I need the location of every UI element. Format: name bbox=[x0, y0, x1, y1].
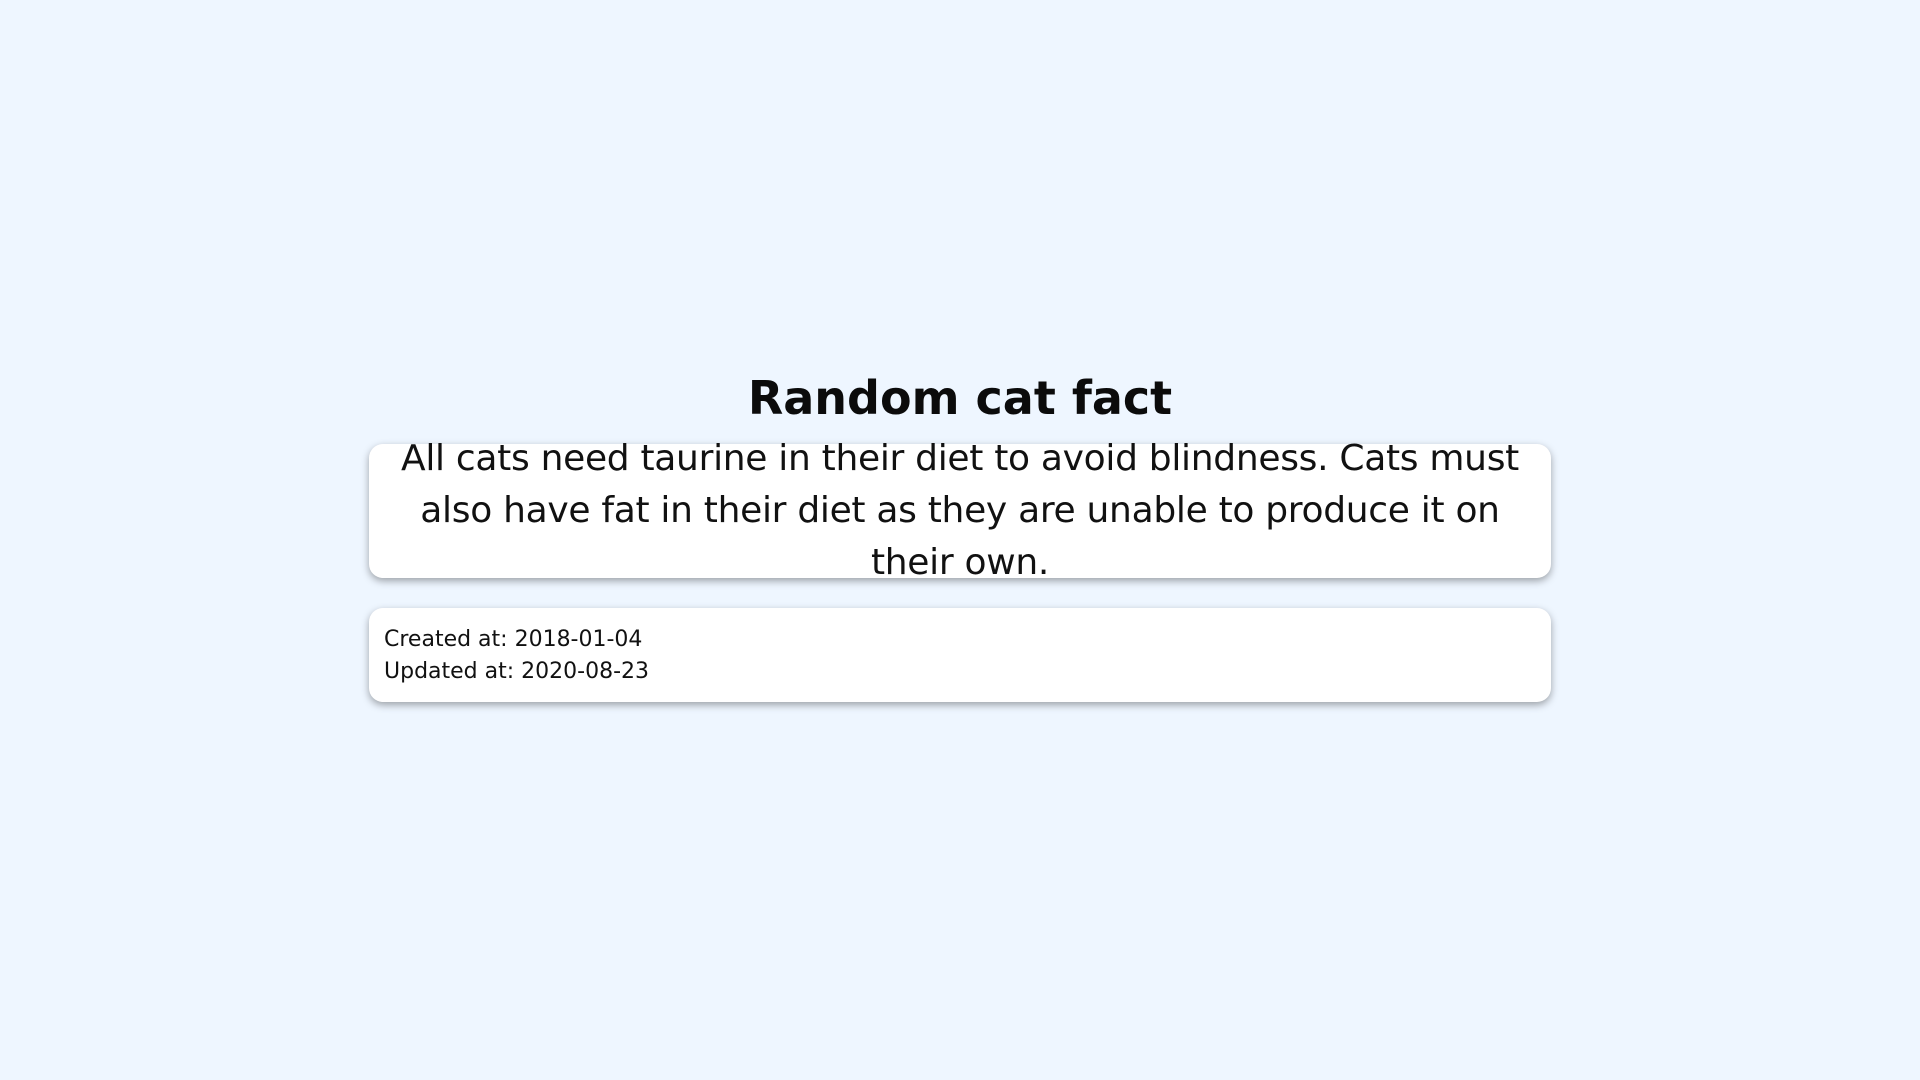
updated-at-text: Updated at: 2020-08-23 bbox=[384, 659, 649, 684]
page-title: Random cat fact bbox=[747, 371, 1173, 425]
fact-text: All cats need taurine in their diet to a… bbox=[401, 438, 1519, 583]
created-at-text: Created at: 2018-01-04 bbox=[384, 627, 643, 652]
page: Random cat fact All cats need taurine in… bbox=[0, 0, 1920, 1080]
fact-card: All cats need taurine in their diet to a… bbox=[369, 438, 1551, 583]
metadata-card: Created at: 2018-01-04 Updated at: 2020-… bbox=[369, 608, 1551, 702]
